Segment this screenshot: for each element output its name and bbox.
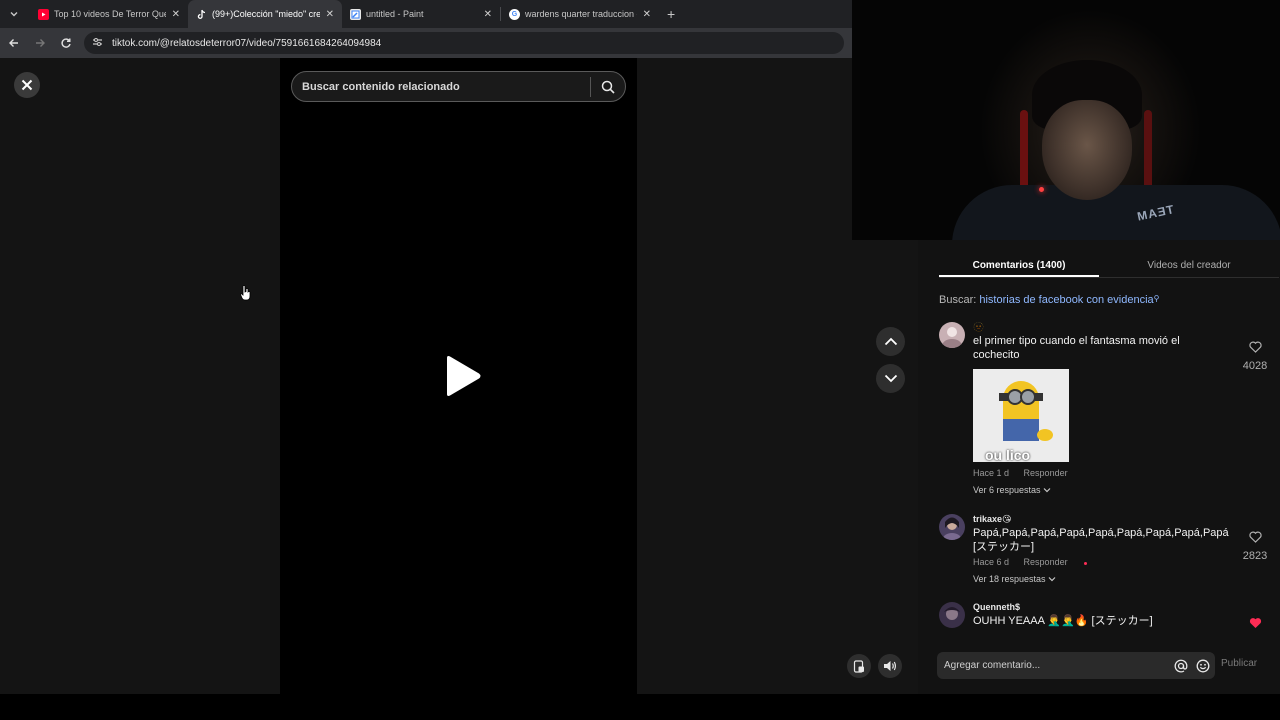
youtube-icon bbox=[38, 8, 49, 20]
tiktok-icon bbox=[196, 9, 207, 20]
suggestion-link[interactable]: historias de facebook con evidencia bbox=[979, 294, 1153, 306]
search-icon bbox=[601, 80, 615, 94]
tab-title: (99+)Colección "miedo" creada bbox=[212, 9, 320, 19]
search-suggestion: Buscar: historias de facebook con eviden… bbox=[939, 294, 1160, 306]
tab-comments[interactable]: Comentarios (1400) bbox=[939, 252, 1099, 277]
streamer-shirt bbox=[952, 185, 1280, 240]
headset bbox=[1020, 110, 1028, 190]
like-count: 2823 bbox=[1242, 550, 1268, 562]
comment-input[interactable] bbox=[944, 660, 1171, 671]
comment-text: el primer tipo cuando el fantasma movió … bbox=[973, 335, 1180, 361]
forward-button[interactable] bbox=[28, 31, 52, 55]
google-icon: G bbox=[509, 8, 520, 20]
streamer-face bbox=[1042, 100, 1132, 200]
browser-toolbar: tiktok.com/@relatosdeterror07/video/7591… bbox=[0, 28, 852, 58]
tab-close-icon[interactable]: ✕ bbox=[484, 9, 492, 20]
paint-icon bbox=[350, 8, 361, 20]
reply-button[interactable]: Responder bbox=[1024, 468, 1068, 478]
arrow-left-icon bbox=[9, 39, 18, 47]
comment-text: Papá,Papá,Papá,Papá,Papá,Papá,Papá,Papá,… bbox=[973, 527, 1229, 553]
comment-username[interactable]: trikaxe😘 bbox=[973, 514, 1223, 526]
tab-creator-videos[interactable]: Videos del creador bbox=[1099, 252, 1279, 277]
like-button-active[interactable] bbox=[1237, 616, 1273, 636]
comment-sticker-image[interactable]: ou lico bbox=[973, 369, 1069, 462]
chevron-down-icon bbox=[1048, 577, 1056, 582]
tab-title: untitled - Paint bbox=[366, 9, 424, 19]
comment-time: Hace 6 d bbox=[973, 557, 1010, 567]
related-search-input[interactable] bbox=[292, 80, 590, 93]
comment-list[interactable]: 🫥 el primer tipo cuando el fantasma movi… bbox=[939, 318, 1273, 636]
volume-button[interactable] bbox=[878, 654, 902, 678]
close-video-button[interactable] bbox=[14, 72, 40, 98]
picture-in-picture-button[interactable] bbox=[847, 654, 871, 678]
view-replies-button[interactable]: Ver 6 respuestas bbox=[973, 485, 1223, 495]
tab-title: Top 10 videos De Terror Que N bbox=[54, 9, 166, 19]
tab-close-icon[interactable]: ✕ bbox=[326, 9, 334, 20]
browser-tabstrip: Top 10 videos De Terror Que N ✕ (99+)Col… bbox=[0, 0, 852, 28]
chevron-down-icon bbox=[884, 374, 897, 383]
reload-button[interactable] bbox=[54, 31, 78, 55]
avatar[interactable] bbox=[939, 322, 965, 348]
video-backdrop-left bbox=[0, 58, 280, 694]
like-button[interactable]: 4028 bbox=[1237, 340, 1273, 372]
heart-filled-icon bbox=[1249, 618, 1261, 628]
speaker-icon bbox=[884, 661, 896, 671]
taskbar-strip bbox=[0, 694, 1280, 720]
address-bar[interactable]: tiktok.com/@relatosdeterror07/video/7591… bbox=[84, 32, 844, 54]
related-search-box bbox=[291, 71, 626, 102]
chevron-down-icon bbox=[10, 12, 18, 17]
tab-close-icon[interactable]: ✕ bbox=[643, 9, 651, 20]
panel-tabs: Comentarios (1400) Videos del creador bbox=[939, 252, 1279, 278]
webcam-overlay: TEAM bbox=[852, 0, 1280, 240]
chevron-down-icon bbox=[1043, 488, 1051, 493]
browser-tab-google[interactable]: G wardens quarter traduccion - B ✕ bbox=[501, 0, 659, 28]
like-button[interactable]: 2823 bbox=[1237, 530, 1273, 562]
url-text: tiktok.com/@relatosdeterror07/video/7591… bbox=[112, 37, 382, 49]
like-count: 4028 bbox=[1242, 360, 1268, 372]
notification-dot bbox=[1084, 562, 1088, 565]
arrow-right-icon bbox=[36, 39, 45, 47]
site-settings-icon[interactable] bbox=[92, 37, 106, 50]
close-icon bbox=[21, 79, 33, 91]
search-button[interactable] bbox=[591, 72, 625, 102]
emoji-button[interactable] bbox=[1193, 656, 1213, 676]
floating-player-icon bbox=[853, 659, 864, 673]
view-replies-button[interactable]: Ver 18 respuestas bbox=[973, 574, 1223, 584]
chevron-up-icon bbox=[884, 337, 897, 346]
previous-video-button[interactable] bbox=[876, 327, 905, 356]
at-sign-icon bbox=[1174, 659, 1188, 672]
browser-tab-youtube[interactable]: Top 10 videos De Terror Que N ✕ bbox=[30, 0, 188, 28]
reload-icon bbox=[61, 38, 71, 48]
avatar[interactable] bbox=[939, 514, 965, 540]
mention-button[interactable] bbox=[1171, 656, 1191, 676]
publish-comment-button[interactable]: Publicar bbox=[1221, 658, 1257, 669]
comment-composer bbox=[937, 652, 1215, 679]
play-icon[interactable] bbox=[440, 354, 484, 398]
back-button[interactable] bbox=[2, 31, 26, 55]
hand-cursor-icon bbox=[240, 285, 251, 301]
suggestion-prefix: Buscar: bbox=[939, 294, 977, 306]
search-icon: ⚲ bbox=[1153, 294, 1160, 303]
reply-button[interactable]: Responder bbox=[1024, 557, 1068, 567]
sticker-caption: ou lico bbox=[985, 447, 1031, 462]
tab-title: wardens quarter traduccion - B bbox=[525, 9, 637, 19]
headset bbox=[1144, 110, 1152, 190]
avatar[interactable] bbox=[939, 602, 965, 628]
new-tab-button[interactable]: + bbox=[667, 6, 675, 22]
comment-time: Hace 1 d bbox=[973, 468, 1010, 478]
heart-icon bbox=[1248, 531, 1262, 543]
next-video-button[interactable] bbox=[876, 364, 905, 393]
smiley-icon bbox=[1196, 659, 1210, 672]
microphone-light bbox=[1039, 187, 1044, 192]
tab-close-icon[interactable]: ✕ bbox=[172, 9, 180, 20]
heart-icon bbox=[1248, 341, 1262, 353]
browser-tab-tiktok[interactable]: (99+)Colección "miedo" creada ✕ bbox=[188, 0, 342, 28]
comment-username[interactable]: Quenneth$ bbox=[973, 602, 1223, 614]
comment-username[interactable]: 🫥 bbox=[973, 322, 1223, 334]
browser-tab-paint[interactable]: untitled - Paint ✕ bbox=[342, 0, 500, 28]
tab-search-dropdown-button[interactable] bbox=[3, 4, 25, 24]
comment-text: OUHH YEAAA 🤦‍♂️🤦‍♂️🔥 [ステッカー] bbox=[973, 615, 1153, 627]
